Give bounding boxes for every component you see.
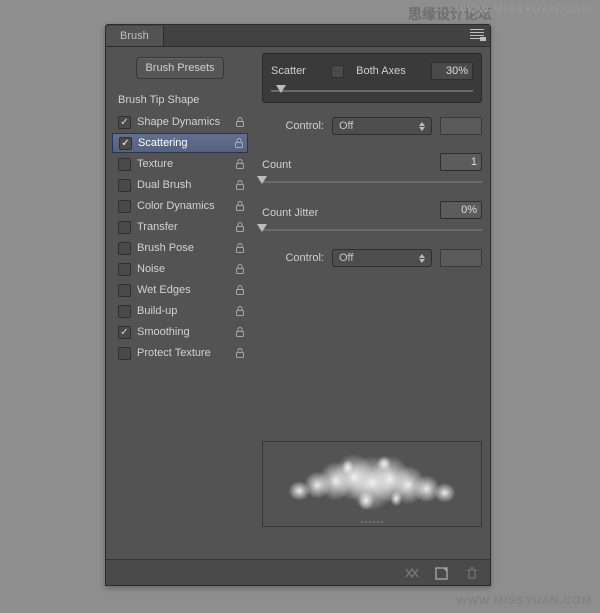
jitter-control-label: Control:	[262, 252, 324, 264]
option-checkbox[interactable]	[118, 263, 131, 276]
lock-icon[interactable]	[234, 179, 246, 191]
brush-presets-button[interactable]: Brush Presets	[136, 57, 223, 79]
both-axes-label: Both Axes	[356, 65, 406, 77]
brush-options-sidebar: Brush Presets Brush Tip Shape Shape Dyna…	[106, 47, 254, 559]
option-protect-texture[interactable]: Protect Texture	[112, 343, 248, 363]
option-smoothing[interactable]: Smoothing	[112, 322, 248, 342]
option-scattering[interactable]: Scattering	[112, 133, 248, 153]
scatter-block: Scatter Both Axes 30%	[262, 53, 482, 103]
count-jitter-value[interactable]: 0%	[440, 201, 482, 219]
option-label: Brush Pose	[137, 242, 234, 254]
lock-icon[interactable]	[233, 137, 245, 149]
option-label: Transfer	[137, 221, 234, 233]
watermark-url-top: WWW.MISSYUAN.COM	[456, 4, 592, 16]
option-dual-brush[interactable]: Dual Brush	[112, 175, 248, 195]
option-label: Color Dynamics	[137, 200, 234, 212]
watermark-url-bottom: WWW.MISSYUAN.COM	[456, 595, 592, 607]
lock-icon[interactable]	[234, 284, 246, 296]
lock-icon[interactable]	[234, 200, 246, 212]
brush-tip-shape-item[interactable]: Brush Tip Shape	[112, 89, 248, 111]
lock-icon[interactable]	[234, 116, 246, 128]
panel-tabbar: Brush	[106, 25, 490, 47]
lock-icon[interactable]	[234, 347, 246, 359]
count-slider[interactable]	[262, 175, 482, 189]
option-label: Wet Edges	[137, 284, 234, 296]
option-noise[interactable]: Noise	[112, 259, 248, 279]
lock-icon[interactable]	[234, 326, 246, 338]
count-jitter-slider[interactable]	[262, 223, 482, 237]
scatter-control-value	[440, 117, 482, 135]
option-checkbox[interactable]	[118, 242, 131, 255]
option-label: Shape Dynamics	[137, 116, 234, 128]
new-preset-icon[interactable]	[434, 565, 450, 581]
scatter-value[interactable]: 30%	[431, 62, 473, 80]
option-label: Texture	[137, 158, 234, 170]
brush-preview	[262, 441, 482, 527]
toggle-preview-icon[interactable]	[404, 565, 420, 581]
option-checkbox[interactable]	[118, 326, 131, 339]
option-checkbox[interactable]	[118, 221, 131, 234]
lock-icon[interactable]	[234, 242, 246, 254]
resize-grip[interactable]	[361, 521, 383, 523]
option-label: Smoothing	[137, 326, 234, 338]
brush-panel: Brush Brush Presets Brush Tip Shape Shap…	[105, 24, 491, 586]
option-texture[interactable]: Texture	[112, 154, 248, 174]
option-build-up[interactable]: Build-up	[112, 301, 248, 321]
both-axes-checkbox[interactable]	[331, 65, 344, 78]
option-checkbox[interactable]	[118, 116, 131, 129]
option-color-dynamics[interactable]: Color Dynamics	[112, 196, 248, 216]
jitter-control-select[interactable]: Off	[332, 249, 432, 267]
option-checkbox[interactable]	[118, 305, 131, 318]
panel-menu-icon[interactable]	[470, 29, 484, 39]
lock-icon[interactable]	[234, 263, 246, 275]
lock-icon[interactable]	[234, 305, 246, 317]
option-checkbox[interactable]	[119, 137, 132, 150]
option-checkbox[interactable]	[118, 158, 131, 171]
option-brush-pose[interactable]: Brush Pose	[112, 238, 248, 258]
scatter-slider[interactable]	[271, 84, 473, 98]
option-wet-edges[interactable]: Wet Edges	[112, 280, 248, 300]
scatter-control-select[interactable]: Off	[332, 117, 432, 135]
option-checkbox[interactable]	[118, 284, 131, 297]
option-label: Noise	[137, 263, 234, 275]
option-checkbox[interactable]	[118, 200, 131, 213]
delete-icon[interactable]	[464, 565, 480, 581]
count-label: Count	[262, 159, 291, 171]
option-shape-dynamics[interactable]: Shape Dynamics	[112, 112, 248, 132]
count-jitter-label: Count Jitter	[262, 207, 318, 219]
jitter-control-value	[440, 249, 482, 267]
tab-brush[interactable]: Brush	[106, 26, 164, 46]
count-value[interactable]: 1	[440, 153, 482, 171]
option-checkbox[interactable]	[118, 179, 131, 192]
option-checkbox[interactable]	[118, 347, 131, 360]
lock-icon[interactable]	[234, 221, 246, 233]
scatter-control-label: Control:	[262, 120, 324, 132]
option-label: Protect Texture	[137, 347, 234, 359]
lock-icon[interactable]	[234, 158, 246, 170]
scatter-label: Scatter	[271, 65, 306, 77]
panel-footer	[106, 559, 490, 585]
option-transfer[interactable]: Transfer	[112, 217, 248, 237]
option-label: Build-up	[137, 305, 234, 317]
option-label: Scattering	[138, 137, 233, 149]
scattering-settings: Scatter Both Axes 30% Control: Off Count…	[254, 47, 490, 559]
option-label: Dual Brush	[137, 179, 234, 191]
